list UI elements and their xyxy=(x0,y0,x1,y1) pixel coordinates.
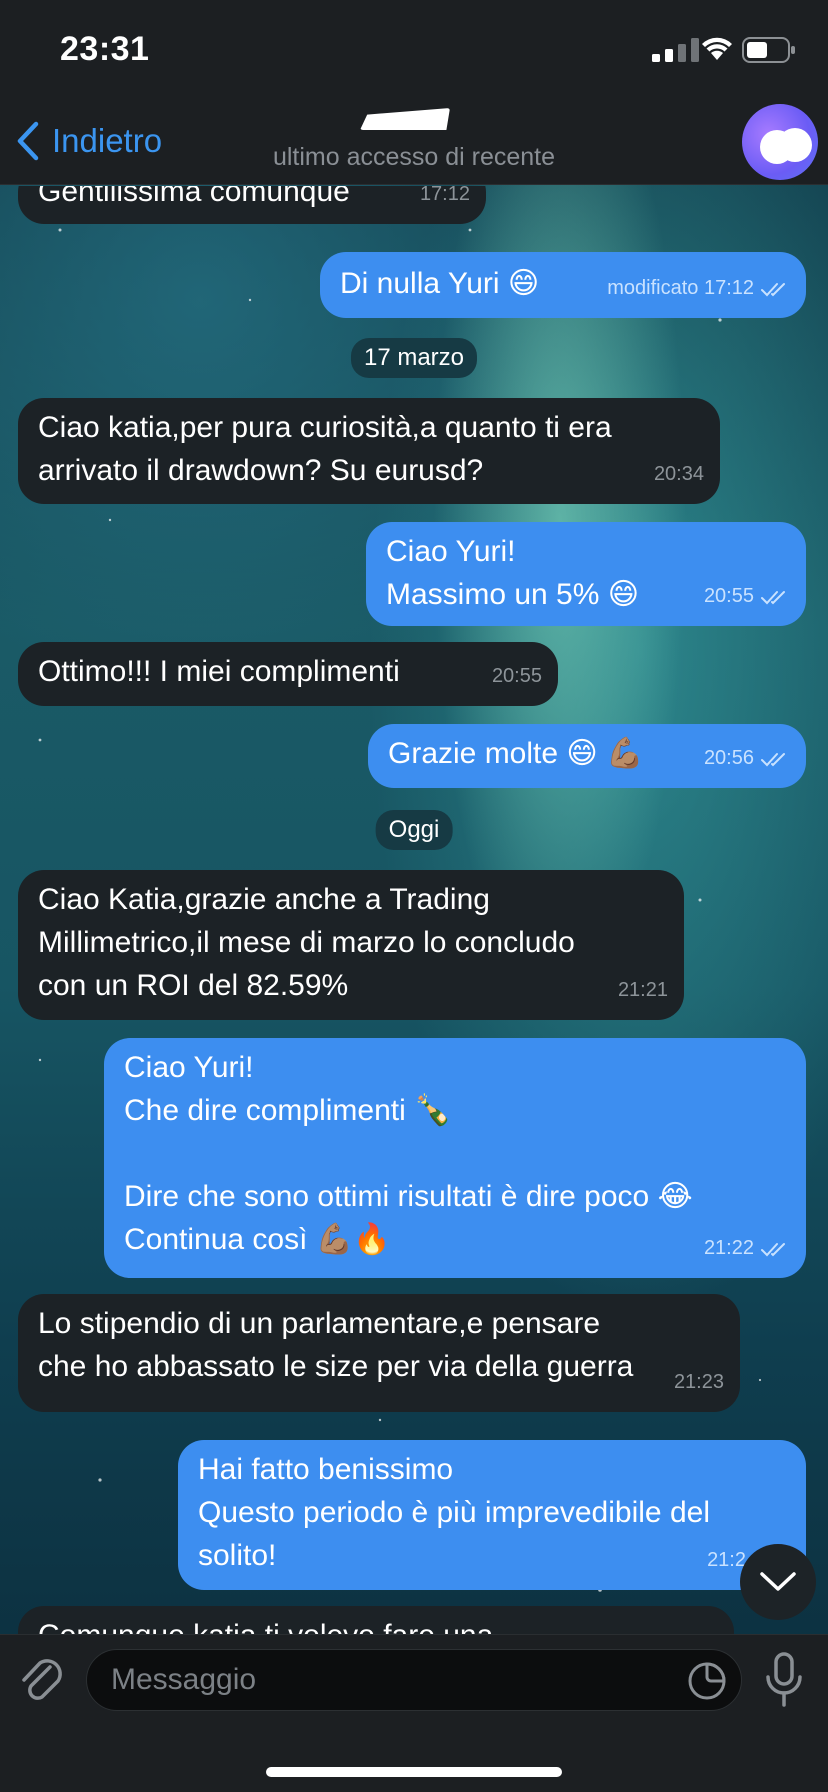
header: 23:31 Indietro ultimo accesso di recente xyxy=(0,0,828,185)
message-text: Ciao katia,per pura curiosità,a quanto t… xyxy=(38,411,612,487)
wifi-icon xyxy=(702,37,732,60)
message-composer xyxy=(0,1634,828,1792)
battery-icon xyxy=(742,37,795,63)
message-time: 21:22 xyxy=(704,1227,790,1270)
contact-name-redacted xyxy=(360,108,450,130)
status-time: 23:31 xyxy=(60,30,150,68)
message-incoming[interactable]: Ciao katia,per pura curiosità,a quanto t… xyxy=(18,398,720,504)
message-time: 20:55 xyxy=(491,665,542,687)
message-outgoing[interactable]: Ciao Yuri! Massimo un 5% 😄 20:55 xyxy=(366,522,806,626)
message-field[interactable] xyxy=(86,1649,742,1711)
date-separator: Oggi xyxy=(375,810,453,850)
message-input[interactable] xyxy=(111,1650,671,1710)
message-incoming[interactable]: Lo stipendio di un parlamentare,e pensar… xyxy=(18,1294,740,1412)
signal-icon xyxy=(652,38,699,62)
message-list[interactable]: Gentilissima comunque 17:12 Di nulla Yur… xyxy=(0,186,828,1634)
double-check-icon xyxy=(761,752,785,766)
message-text: Hai fatto benissimo Questo periodo è più… xyxy=(198,1453,710,1572)
message-incoming[interactable]: Comunque katia ti volevo fare una xyxy=(18,1606,734,1634)
message-text: Ciao Katia,grazie anche a Trading Millim… xyxy=(38,883,575,1002)
message-time: 17:12 xyxy=(419,186,470,205)
message-text: Gentilissima comunque xyxy=(38,186,350,208)
double-check-icon xyxy=(761,282,785,296)
sticker-icon[interactable] xyxy=(687,1661,727,1701)
message-incoming[interactable]: Ciao Katia,grazie anche a Trading Millim… xyxy=(18,870,684,1020)
message-text: Comunque katia ti volevo fare una xyxy=(38,1614,714,1634)
chevron-down-icon xyxy=(760,1572,796,1591)
double-check-icon xyxy=(761,590,785,604)
last-seen-status: ultimo accesso di recente xyxy=(272,143,556,171)
message-outgoing[interactable]: Grazie molte 😄 💪🏽 20:56 xyxy=(368,724,806,788)
message-outgoing[interactable]: Di nulla Yuri 😄 modificato 17:12 xyxy=(320,252,806,318)
message-incoming[interactable]: Gentilissima comunque 17:12 xyxy=(18,186,486,224)
message-text: Lo stipendio di un parlamentare,e pensar… xyxy=(38,1307,634,1383)
message-time: modificato 17:12 xyxy=(607,267,790,310)
avatar[interactable] xyxy=(742,104,818,180)
message-text: Ciao Yuri! Che dire complimenti 🍾 Dire c… xyxy=(124,1051,693,1256)
message-time: 20:56 xyxy=(704,737,790,780)
message-incoming[interactable]: Ottimo!!! I miei complimenti 20:55 xyxy=(18,642,558,706)
message-time: 20:34 xyxy=(653,463,704,485)
home-indicator xyxy=(266,1767,562,1777)
double-check-icon xyxy=(761,1242,785,1256)
message-outgoing[interactable]: Ciao Yuri! Che dire complimenti 🍾 Dire c… xyxy=(104,1038,806,1278)
message-time: 21:23 xyxy=(673,1371,724,1393)
scroll-down-button[interactable] xyxy=(740,1544,816,1620)
attach-icon[interactable] xyxy=(18,1653,66,1709)
mic-icon[interactable] xyxy=(762,1651,806,1709)
message-outgoing[interactable]: Hai fatto benissimo Questo periodo è più… xyxy=(178,1440,806,1590)
message-time: 20:55 xyxy=(704,575,790,618)
message-time: 21:21 xyxy=(617,979,668,1001)
date-separator: 17 marzo xyxy=(350,338,478,378)
message-text: Ottimo!!! I miei complimenti xyxy=(38,655,400,688)
